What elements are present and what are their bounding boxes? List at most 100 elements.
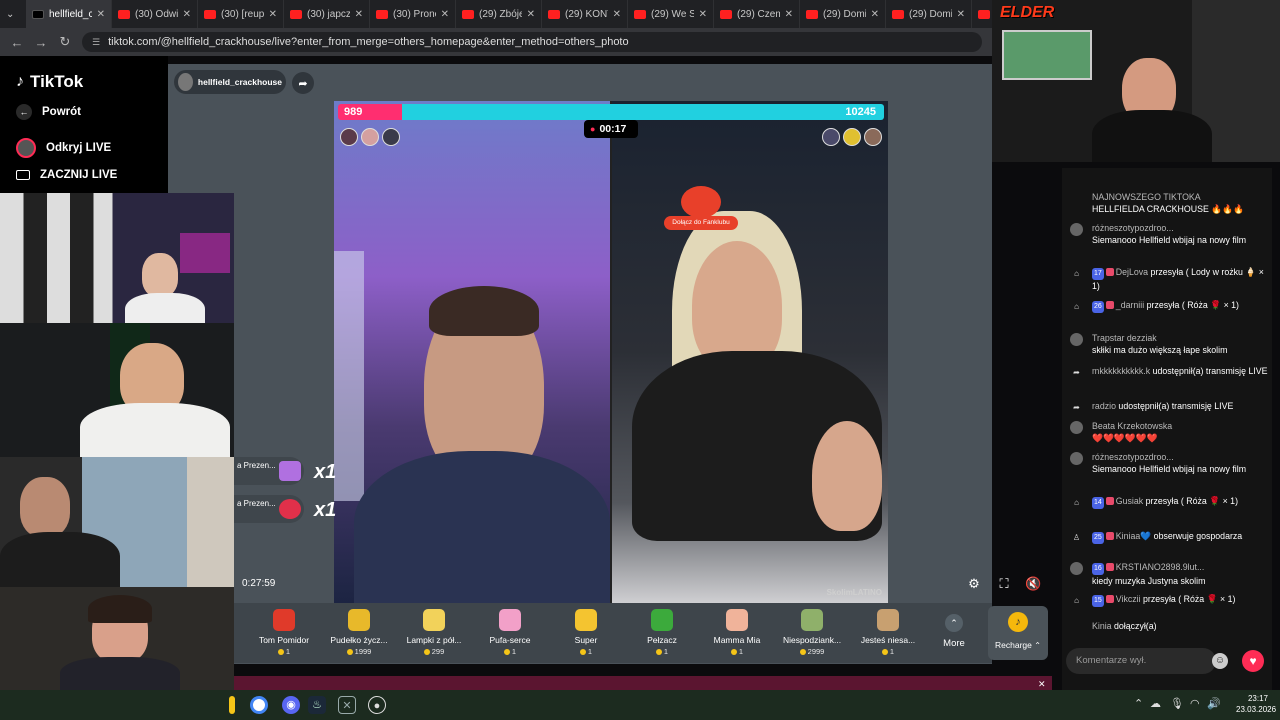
chat-username[interactable]: różneszotypozdroo... — [1092, 452, 1174, 462]
user-avatar[interactable] — [1070, 452, 1083, 465]
start-live-link[interactable]: ZACZNIJ LIVE — [16, 169, 117, 181]
gift-item[interactable]: Mamma Mia 1 — [699, 607, 775, 656]
user-avatar[interactable] — [1070, 562, 1083, 575]
reload-icon[interactable]: ↻ — [58, 34, 72, 50]
start-live-label: ZACZNIJ LIVE — [40, 169, 118, 181]
gift-item[interactable]: Lampki z pół... 299 — [396, 607, 472, 656]
app-tray-icon[interactable]: ☁ — [1150, 697, 1161, 710]
tab-search-chevron-icon[interactable]: ⌄ — [6, 9, 26, 20]
chat-username[interactable]: Beata Krzekotowska — [1092, 421, 1172, 431]
volume-icon[interactable]: 🔊 — [1207, 697, 1221, 710]
team-avatar[interactable] — [382, 128, 400, 146]
browser-tab[interactable]: (29) KONT ✕ — [542, 0, 628, 28]
chat-username[interactable]: DejLova — [1116, 267, 1148, 277]
recharge-button[interactable]: ♪ Recharge ⌃ — [988, 606, 1048, 660]
tab-close-icon[interactable]: ✕ — [699, 9, 707, 20]
bottom-strip — [234, 676, 1052, 690]
fullscreen-icon[interactable]: ⛶ — [996, 576, 1012, 592]
tab-close-icon[interactable]: ✕ — [785, 9, 793, 20]
tab-close-icon[interactable]: ✕ — [269, 9, 277, 20]
gift-price: 2999 — [774, 647, 850, 656]
wifi-icon[interactable]: ◠ — [1190, 697, 1200, 710]
back-link[interactable]: ← Powrót — [16, 104, 81, 120]
share-button[interactable]: ➦ — [292, 72, 314, 94]
microphone-icon[interactable]: 🎙 — [1170, 697, 1184, 710]
gift-item[interactable]: Jesteś niesa... 1 — [850, 607, 926, 656]
taskbar-clock[interactable]: 23:17 23.03.2026 — [1236, 693, 1276, 715]
browser-tab[interactable]: (30) [reupl ✕ — [198, 0, 284, 28]
gift-item[interactable]: Pełzacz 1 — [624, 607, 700, 656]
mute-icon[interactable]: 🔇 — [1025, 576, 1041, 592]
gift-item[interactable]: Niespodziank... 2999 — [774, 607, 850, 656]
team-avatar[interactable] — [340, 128, 358, 146]
close-icon[interactable]: ✕ — [1038, 679, 1046, 690]
user-level-badge: 14 — [1092, 497, 1104, 509]
team-avatar[interactable] — [864, 128, 882, 146]
live-video[interactable]: SkolimLATINO — [334, 101, 888, 603]
tab-close-icon[interactable]: ✕ — [355, 9, 363, 20]
browser-tab[interactable]: (30) japcza ✕ — [284, 0, 370, 28]
join-fanclub-badge[interactable]: Dołącz do Fanklubu — [664, 186, 738, 244]
team-avatar[interactable] — [843, 128, 861, 146]
emoji-icon[interactable]: ☺ — [1212, 653, 1228, 669]
chat-username[interactable]: Gusiak — [1116, 496, 1143, 506]
team-avatar[interactable] — [822, 128, 840, 146]
tab-close-icon[interactable]: ✕ — [613, 9, 621, 20]
tab-close-icon[interactable]: ✕ — [527, 9, 535, 20]
webcam-tile — [0, 587, 234, 690]
browser-tab[interactable]: (29) Domi ✕ — [800, 0, 886, 28]
user-avatar[interactable] — [1070, 223, 1083, 236]
comment-input[interactable]: Komentarze wył. — [1066, 648, 1216, 674]
chat-username[interactable]: Trapstar dezziak — [1092, 333, 1157, 343]
back-arrow-icon[interactable]: ← — [10, 35, 24, 50]
site-settings-icon[interactable]: ☰ — [92, 37, 100, 48]
chat-username[interactable]: Vikczii — [1116, 594, 1141, 604]
tab-close-icon[interactable]: ✕ — [97, 9, 105, 20]
gift-item[interactable]: Super 1 — [548, 607, 624, 656]
chat-username[interactable]: NAJNOWSZEGO TIKTOKA — [1092, 192, 1201, 202]
user-avatar[interactable] — [1070, 333, 1083, 346]
chat-username[interactable]: _darniii — [1116, 300, 1144, 310]
browser-tab[interactable]: (29) We St ✕ — [628, 0, 714, 28]
like-heart-icon[interactable]: ♥ — [1242, 650, 1264, 672]
camera-icon — [16, 170, 30, 180]
tab-close-icon[interactable]: ✕ — [871, 9, 879, 20]
xbox-icon[interactable]: ✕ — [338, 696, 356, 714]
chat-username[interactable]: różneszotypozdroo... — [1092, 223, 1174, 233]
settings-gear-icon[interactable]: ⚙ — [966, 576, 982, 592]
chat-username[interactable]: radzio — [1092, 401, 1116, 411]
browser-tab[interactable]: (30) Prono ✕ — [370, 0, 456, 28]
user-level-badge: 15 — [1092, 595, 1104, 607]
forward-arrow-icon[interactable]: → — [34, 35, 48, 50]
host-chip[interactable]: hellfield_crackhouse — [174, 70, 286, 94]
chat-username[interactable]: mkkkkkkkkkk.k — [1092, 366, 1150, 376]
chat-message: ⌂ 17 DejLova przesyła ( Lody w rożku 🍦 × 1… — [1070, 266, 1270, 292]
gift-item[interactable]: Pudełko życz... 1999 — [321, 607, 397, 656]
more-gifts-button[interactable]: ⌃ More — [938, 614, 970, 649]
tab-close-icon[interactable]: ✕ — [441, 9, 449, 20]
discord-icon[interactable]: ◉ — [282, 696, 300, 714]
chrome-icon[interactable] — [250, 696, 268, 714]
chat-username[interactable]: Kiniaa💙 — [1116, 531, 1151, 541]
obs-icon[interactable]: ● — [368, 696, 386, 714]
steam-icon[interactable]: ♨ — [308, 696, 326, 714]
chat-message: Beata Krzekotowska ❤️❤️❤️❤️❤️❤️ — [1070, 420, 1270, 444]
browser-tab[interactable]: hellfield_c ✕ — [26, 0, 112, 28]
browser-tab[interactable]: (30) Odwie ✕ — [112, 0, 198, 28]
file-explorer-icon[interactable] — [229, 696, 235, 714]
tiktok-logo[interactable]: ♪ TikTok — [16, 72, 83, 92]
browser-tab[interactable]: (29) Czem ✕ — [714, 0, 800, 28]
tab-close-icon[interactable]: ✕ — [957, 9, 965, 20]
chevron-up-tray-icon[interactable]: ⌃ — [1134, 697, 1143, 710]
team-avatar[interactable] — [361, 128, 379, 146]
tab-close-icon[interactable]: ✕ — [183, 9, 191, 20]
chat-username[interactable]: Kinia — [1092, 621, 1112, 631]
chat-username[interactable]: KRSTIANO2898.9lut... — [1116, 562, 1205, 572]
browser-tab[interactable]: (29) Zbójec ✕ — [456, 0, 542, 28]
browser-tab[interactable]: (29) Domi ✕ — [886, 0, 972, 28]
gift-item[interactable]: Pufa-serce 1 — [472, 607, 548, 656]
discover-live-link[interactable]: Odkryj LIVE — [16, 138, 111, 158]
gift-item[interactable]: Tom Pomidor 1 — [246, 607, 322, 656]
url-field[interactable]: ☰ tiktok.com/@hellfield_crackhouse/live?… — [82, 32, 982, 52]
user-avatar[interactable] — [1070, 421, 1083, 434]
